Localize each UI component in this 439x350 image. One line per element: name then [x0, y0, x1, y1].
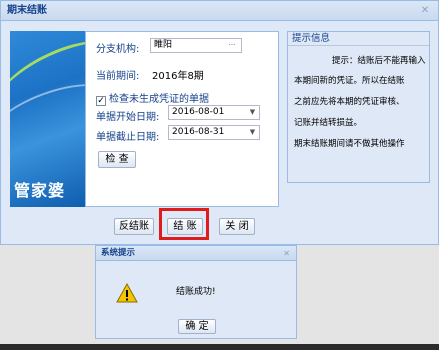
hint-line: 提示：结账后不能再输入 [332, 56, 426, 66]
check-unposted-label: 检查未生成凭证的单据 [109, 94, 209, 105]
hint-title: 提示信息 [288, 32, 429, 46]
start-date-label: 单据开始日期: [96, 112, 160, 123]
hint-panel: 提示信息 提示：结账后不能再输入 本期间新的凭证。所以在结账 之前应先将本期的凭… [287, 31, 430, 183]
taskbar-edge [0, 344, 439, 350]
window-title: 期末结账 [1, 1, 438, 21]
hint-line: 本期间新的凭证。所以在结账 [294, 76, 405, 86]
check-unposted-option[interactable]: ✓ 检查未生成凭证的单据 [96, 90, 209, 106]
hint-line: 之前应先将本期的凭证审核、 [294, 97, 405, 107]
end-date-field[interactable]: 2016-08-31 ▼ [168, 125, 260, 140]
branch-picker-button[interactable]: ··· [225, 39, 239, 52]
highlight-box [159, 208, 209, 240]
system-dialog: 系统提示 ✕ 结账成功! 确 定 [95, 245, 297, 339]
branch-field[interactable]: 睢阳 ··· [150, 38, 242, 53]
chevron-down-icon[interactable]: ▼ [248, 126, 257, 139]
warning-icon [116, 283, 138, 303]
end-date-label: 单据截止日期: [96, 132, 160, 143]
checkbox-icon[interactable]: ✓ [96, 96, 106, 106]
period-end-window: 期末结账 ✕ 管家婆 分支机构: 睢阳 ··· 当前期间: 2016年8期 ✓ 检… [0, 0, 439, 245]
brand-logo: 管家婆 [14, 181, 66, 200]
check-button[interactable]: 检 查 [98, 151, 136, 168]
chevron-down-icon[interactable]: ▼ [248, 106, 257, 119]
close-button[interactable]: 关 闭 [219, 218, 255, 235]
start-date-field[interactable]: 2016-08-01 ▼ [168, 105, 260, 120]
dialog-close-icon[interactable]: ✕ [283, 249, 290, 258]
period-label: 当前期间: [96, 71, 140, 82]
branch-value: 睢阳 [154, 40, 173, 50]
hint-line: 期末结账期间请不做其他操作 [294, 139, 405, 149]
ok-button[interactable]: 确 定 [178, 319, 216, 334]
settings-panel: 分支机构: 睢阳 ··· 当前期间: 2016年8期 ✓ 检查未生成凭证的单据 单… [85, 31, 279, 207]
close-icon[interactable]: ✕ [420, 6, 430, 16]
hint-line: 记账并结转损益。 [294, 118, 363, 128]
dialog-message: 结账成功! [176, 287, 216, 297]
start-date-value: 2016-08-01 [172, 107, 225, 117]
brand-panel: 管家婆 [10, 31, 85, 207]
end-date-value: 2016-08-31 [172, 127, 225, 137]
reverse-close-button[interactable]: 反结账 [114, 218, 154, 235]
dialog-title: 系统提示 [96, 246, 296, 261]
period-value: 2016年8期 [152, 71, 204, 82]
branch-label: 分支机构: [96, 44, 140, 55]
